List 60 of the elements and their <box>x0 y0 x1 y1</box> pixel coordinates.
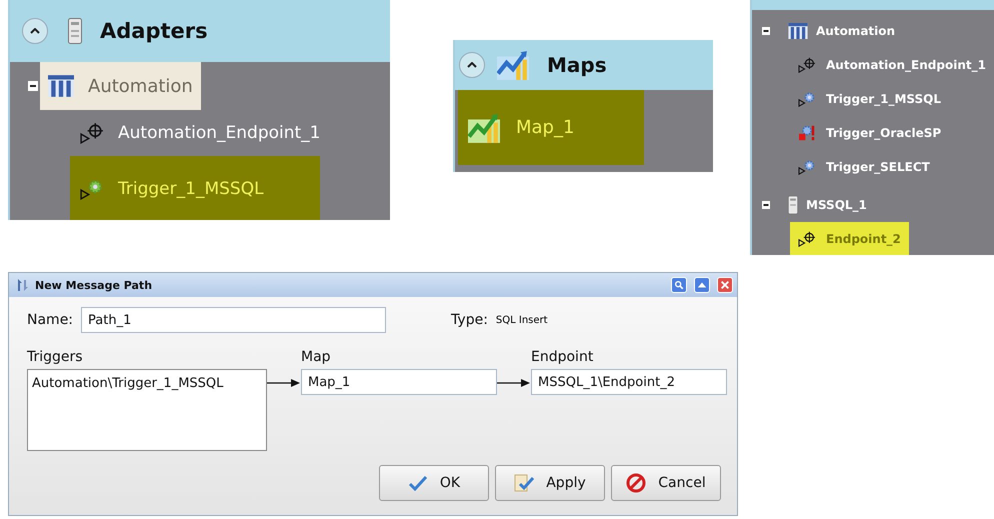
map-field[interactable]: Map_1 <box>301 369 497 395</box>
gear-icon <box>798 91 816 107</box>
collapse-button[interactable] <box>459 52 485 78</box>
table-icon <box>788 23 808 39</box>
triggers-label: Triggers <box>27 349 84 365</box>
endpoint-field[interactable]: MSSQL_1\Endpoint_2 <box>531 369 727 395</box>
document-check-icon <box>514 474 534 492</box>
server-icon <box>788 195 798 215</box>
list-item[interactable]: Automation\Trigger_1_MSSQL <box>32 376 262 391</box>
close-button[interactable] <box>717 277 733 293</box>
panel-title: Maps <box>547 53 607 77</box>
type-value: SQL Insert <box>496 314 548 326</box>
tree-item[interactable]: Trigger_1_MSSQL <box>70 156 320 220</box>
cancel-icon <box>626 473 646 493</box>
collapse-toggle-icon[interactable] <box>762 201 770 209</box>
tree-item[interactable]: Automation <box>40 62 201 110</box>
crosshair-icon <box>80 122 104 144</box>
tree-item[interactable]: Trigger_SELECT <box>790 150 938 184</box>
search-icon <box>674 280 684 290</box>
tree-item[interactable]: Automation_Endpoint_1 <box>70 110 376 156</box>
maximize-button[interactable] <box>694 277 710 293</box>
tree-item[interactable]: Endpoint_2 <box>790 222 909 255</box>
collapse-toggle-icon[interactable] <box>762 27 770 35</box>
tree-item[interactable]: Automation_Endpoint_1 <box>790 48 994 82</box>
arrow-icon <box>497 378 531 388</box>
search-button[interactable] <box>671 277 687 293</box>
chevron-up-icon <box>30 28 40 34</box>
chevron-up-icon <box>467 62 477 68</box>
server-icon <box>68 18 82 44</box>
triggers-list[interactable]: Automation\Trigger_1_MSSQL <box>27 369 267 451</box>
table-icon <box>48 75 74 97</box>
tree-item[interactable]: Automation <box>782 16 902 46</box>
gear-icon <box>798 159 816 175</box>
app-icon <box>15 278 29 292</box>
arrow-icon <box>267 378 301 388</box>
window-title: New Message Path <box>35 278 152 292</box>
panel-title: Adapters <box>100 19 208 43</box>
type-label: Type: <box>451 312 488 328</box>
chart-icon <box>468 112 500 142</box>
triangle-up-icon <box>697 280 707 290</box>
cancel-button[interactable]: Cancel <box>611 465 721 501</box>
gear-icon <box>80 178 104 200</box>
ok-button[interactable]: OK <box>379 465 489 501</box>
collapse-button[interactable] <box>22 18 48 44</box>
gear-warning-icon <box>798 125 816 141</box>
collapse-toggle-icon[interactable] <box>28 81 38 91</box>
name-field[interactable]: Path_1 <box>81 307 386 333</box>
apply-button[interactable]: Apply <box>495 465 605 501</box>
map-item[interactable]: Map_1 <box>458 90 644 165</box>
tree-item[interactable]: MSSQL_1 <box>782 190 873 220</box>
tree-item[interactable]: Trigger_1_MSSQL <box>790 82 950 116</box>
tree-item[interactable]: Trigger_OracleSP <box>790 116 950 150</box>
map-label: Map <box>301 349 332 365</box>
crosshair-icon <box>798 57 816 73</box>
checkmark-icon <box>408 475 428 491</box>
close-icon <box>720 280 730 290</box>
chart-icon <box>497 50 529 80</box>
endpoint-label: Endpoint <box>531 349 594 365</box>
crosshair-icon <box>798 231 816 247</box>
name-label: Name: <box>27 312 74 328</box>
